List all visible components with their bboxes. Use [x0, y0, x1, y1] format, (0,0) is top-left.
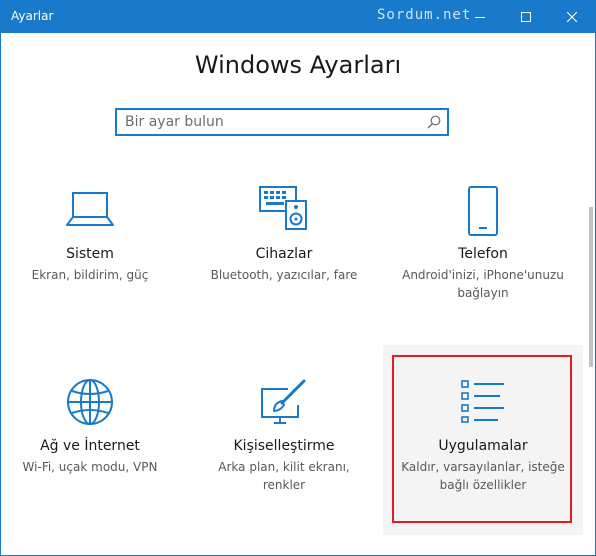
minimize-icon [475, 17, 485, 18]
tile-network-desc: Wi-Fi, uçak modu, VPN [22, 460, 158, 474]
tile-personalization[interactable]: Kişiselleştirme Arka plan, kilit ekranı,… [191, 373, 377, 503]
tile-phone-desc-line1: Android'inizi, iPhone'unuzu [402, 268, 564, 282]
tile-personalization-name: Kişiselleştirme [233, 438, 335, 454]
phone-icon [468, 186, 498, 236]
devices-icon [259, 186, 307, 230]
title-bar[interactable]: Ayarlar Sordum.net [1, 1, 595, 33]
page-title: Windows Ayarları [194, 51, 402, 79]
laptop-icon [66, 192, 114, 226]
maximize-icon [521, 12, 531, 22]
tile-phone-name: Telefon [458, 246, 508, 262]
tile-phone[interactable]: Telefon Android'inizi, iPhone'unuzu bağl… [390, 181, 576, 311]
tile-devices-desc: Bluetooth, yazıcılar, fare [210, 268, 358, 282]
tile-network-name: Ağ ve İnternet [40, 438, 140, 454]
personalization-icon [261, 379, 306, 424]
tile-system[interactable]: Sistem Ekran, bildirim, güç [1, 181, 183, 311]
close-button[interactable] [549, 1, 595, 33]
search-box[interactable] [115, 108, 449, 136]
tile-network[interactable]: Ağ ve İnternet Wi-Fi, uçak modu, VPN [1, 373, 183, 503]
tile-system-desc: Ekran, bildirim, güç [31, 268, 149, 282]
globe-icon [67, 379, 113, 425]
tile-system-name: Sistem [66, 246, 114, 262]
tile-personalization-desc-line1: Arka plan, kilit ekranı, [218, 460, 350, 474]
scrollbar[interactable] [589, 207, 593, 367]
window-title: Ayarlar [11, 9, 54, 23]
tile-phone-desc-line2: bağlayın [457, 286, 509, 300]
tile-devices[interactable]: Cihazlar Bluetooth, yazıcılar, fare [191, 181, 377, 311]
minimize-button[interactable] [457, 1, 503, 33]
maximize-button[interactable] [503, 1, 549, 33]
close-icon [567, 12, 577, 22]
search-input[interactable] [125, 113, 415, 131]
settings-window: Ayarlar Sordum.net Windows Ayarları Sist… [0, 0, 596, 556]
highlight-frame [392, 355, 572, 523]
tile-devices-name: Cihazlar [255, 246, 313, 262]
search-icon[interactable] [427, 115, 441, 129]
tile-personalization-desc-line2: renkler [262, 478, 306, 492]
